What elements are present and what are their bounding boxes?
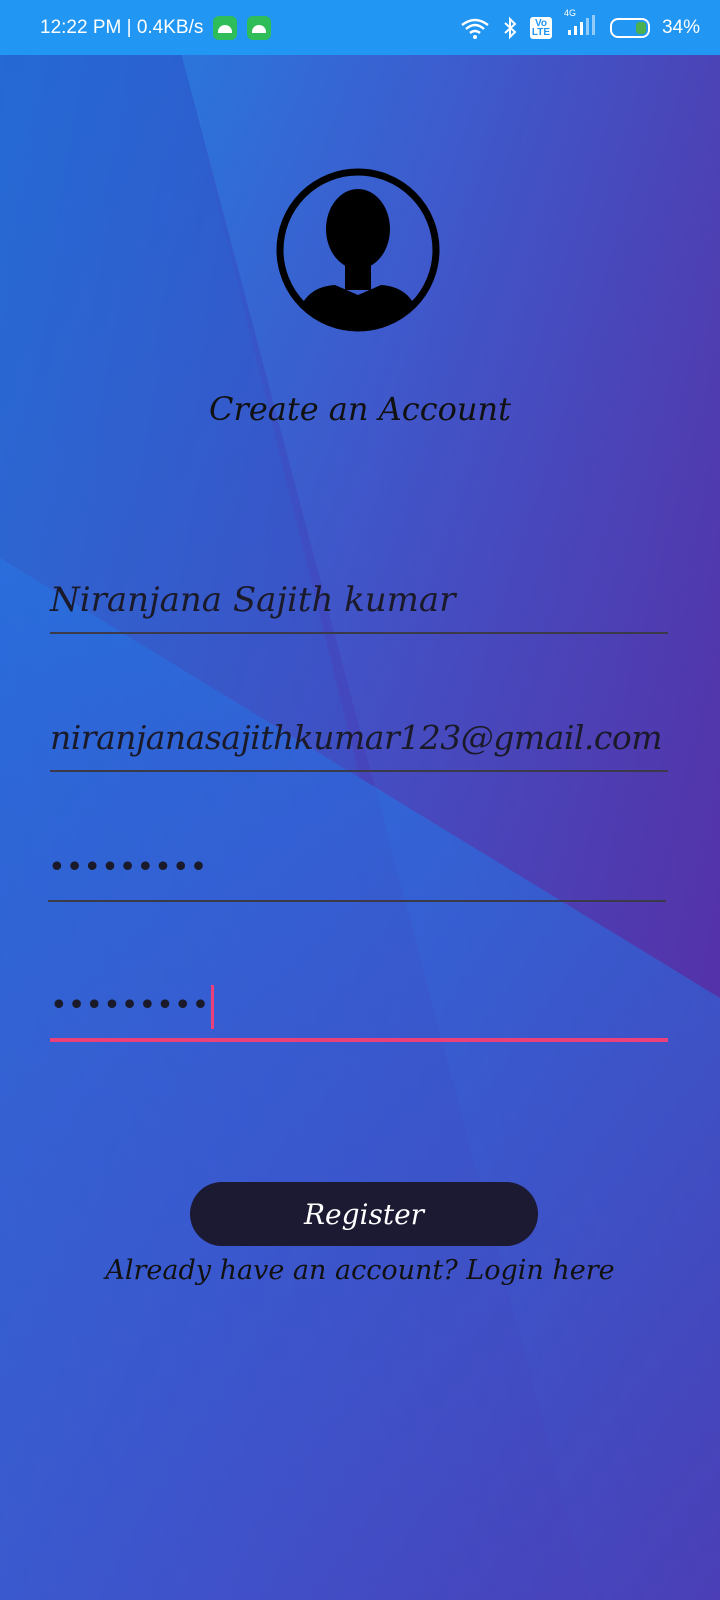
name-field[interactable]: Niranjana Sajith kumar — [50, 580, 668, 634]
bluetooth-icon — [504, 16, 517, 39]
android-notification-icon — [213, 15, 238, 40]
signal-group: 4G — [564, 8, 598, 42]
status-time: 12:22 PM | 0.4KB/s — [40, 16, 204, 38]
battery-percent: 34% — [661, 16, 700, 38]
register-button[interactable]: Register — [190, 1182, 538, 1246]
status-bar: 12:22 PM | 0.4KB/s Vo LTE 4G 34% — [0, 0, 720, 55]
confirm-password-field[interactable]: ••••••••• — [50, 985, 668, 1042]
email-value: niranjanasajithkumar123@gmail.com — [50, 718, 663, 757]
wifi-icon — [461, 18, 489, 39]
page-title: Create an Account — [209, 390, 511, 428]
password-value: ••••••••• — [48, 850, 208, 885]
person-avatar-icon — [276, 168, 440, 332]
password-field[interactable]: ••••••••• — [48, 850, 666, 902]
android-notification-icon — [247, 15, 272, 40]
volte-icon: Vo LTE — [529, 16, 552, 39]
text-cursor — [211, 985, 215, 1029]
email-field[interactable]: niranjanasajithkumar123@gmail.com — [50, 718, 668, 772]
confirm-password-value: ••••••••• — [50, 988, 210, 1023]
login-link[interactable]: Already have an account? Login here — [0, 1255, 720, 1286]
battery-charging-icon — [609, 17, 650, 38]
network-type: 4G — [563, 7, 576, 18]
name-value: Niranjana Sajith kumar — [50, 580, 456, 620]
